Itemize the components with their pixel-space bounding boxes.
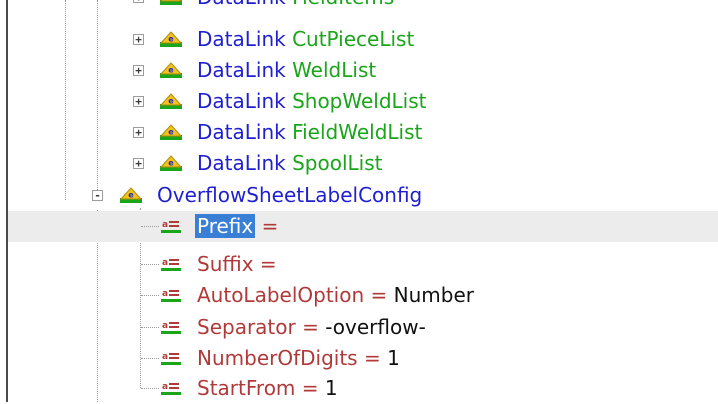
expand-button[interactable]: + [133,0,144,3]
tree-guide-line [141,264,159,265]
element-node-icon: e [160,31,182,47]
svg-text:a: a [162,352,168,362]
tree-row-datalink[interactable]: + e DataLink ShopWeldList [8,86,718,117]
tree-row-config-node[interactable]: - e OverflowSheetLabelConfig [8,180,718,211]
svg-text:e: e [168,159,174,168]
tree-node-label: DataLink FieldItems [197,0,394,9]
svg-text:a: a [162,258,168,268]
element-keyword: DataLink [197,89,286,113]
xml-tree-view[interactable]: + e DataLink FieldItems + e DataLink Cut… [0,0,718,402]
tree-node-label: DataLink CutPieceList [197,27,414,51]
expand-button[interactable]: + [133,34,144,45]
tree-row-attribute[interactable]: a Suffix = [8,249,718,280]
attribute-equals: = [261,214,279,238]
expand-button[interactable]: + [133,158,144,169]
attribute-name: Prefix [195,214,256,238]
svg-text:a: a [162,321,168,331]
attribute-node-icon: a [161,220,181,233]
expand-button[interactable]: + [133,96,144,107]
element-name: ShopWeldList [292,89,427,113]
tree-row-datalink[interactable]: + e DataLink SpoolList [8,148,718,179]
attribute-equals: = [302,315,319,339]
attribute-node-icon: a [161,289,181,302]
attribute-name: NumberOfDigits [197,346,358,370]
attribute-node-icon: a [161,352,181,365]
svg-text:e: e [168,0,174,2]
tree-node-label: DataLink SpoolList [197,151,382,175]
tree-node-label: OverflowSheetLabelConfig [157,183,423,207]
tree-guide-line [141,295,159,296]
element-keyword: DataLink [197,27,286,51]
tree-node-label: NumberOfDigits = 1 [197,346,400,370]
tree-row-attribute[interactable]: a NumberOfDigits = 1 [8,343,718,374]
svg-text:e: e [128,191,134,200]
tree-node-label: DataLink ShopWeldList [197,89,427,113]
element-keyword: DataLink [197,0,286,9]
tree-node-label: DataLink FieldWeldList [197,120,422,144]
attribute-value: 1 [324,376,338,400]
element-node-icon: e [160,124,182,140]
attribute-node-icon: a [161,321,181,334]
svg-text:a: a [162,289,168,299]
tree-row-datalink[interactable]: + e DataLink CutPieceList [8,24,718,55]
tree-node-label: Suffix = [197,252,277,276]
tree-row-attribute[interactable]: a Separator = -overflow- [8,312,718,343]
attribute-name: AutoLabelOption [197,283,365,307]
element-node-icon: e [160,155,182,171]
svg-text:e: e [168,35,174,44]
expand-button[interactable]: + [133,65,144,76]
svg-text:a: a [162,220,168,230]
attribute-equals: = [259,252,277,276]
attribute-node-icon: a [161,258,181,271]
attribute-value: -overflow- [325,315,426,339]
attribute-name: Separator [197,315,296,339]
attribute-name: Suffix [197,252,254,276]
element-name: SpoolList [292,151,383,175]
attribute-value: Number [393,283,474,307]
tree-row-attribute[interactable]: a AutoLabelOption = Number [8,280,718,311]
svg-text:e: e [168,128,174,137]
tree-node-label: Prefix = [195,214,279,238]
attribute-node-icon: a [161,382,181,395]
element-name: FieldItems [292,0,394,9]
element-name: WeldList [292,58,377,82]
svg-text:e: e [168,66,174,75]
tree-row-datalink[interactable]: + e DataLink FieldItems [8,0,718,13]
collapse-button[interactable]: - [92,190,103,201]
attribute-value: 1 [387,346,400,370]
tree-row-attribute[interactable]: a StartFrom = 1 [8,373,718,404]
attribute-equals: = [370,283,388,307]
element-node-icon: e [160,0,182,5]
svg-text:a: a [162,382,168,392]
svg-text:e: e [168,97,174,106]
element-node-icon: e [120,187,142,203]
expand-button[interactable]: + [133,127,144,138]
tree-node-label: Separator = -overflow- [197,315,426,339]
element-name: FieldWeldList [292,120,423,144]
element-node-icon: e [160,93,182,109]
element-node-icon: e [160,62,182,78]
element-name: CutPieceList [292,27,415,51]
element-keyword: DataLink [197,151,286,175]
tree-node-label: AutoLabelOption = Number [197,283,474,307]
tree-node-label: DataLink WeldList [197,58,376,82]
attribute-name: StartFrom [197,376,296,400]
attribute-equals: = [301,376,319,400]
tree-guide-line [141,327,159,328]
attribute-equals: = [363,346,381,370]
tree-row-datalink[interactable]: + e DataLink FieldWeldList [8,117,718,148]
tree-node-label: StartFrom = 1 [197,376,338,400]
tree-guide-line [141,226,159,227]
tree-guide-line [141,358,159,359]
tree-guide-line [141,388,159,389]
element-keyword: DataLink [197,58,286,82]
tree-row-attribute[interactable]: a Prefix = [8,211,718,242]
tree-row-datalink[interactable]: + e DataLink WeldList [8,55,718,86]
element-keyword: DataLink [197,120,286,144]
